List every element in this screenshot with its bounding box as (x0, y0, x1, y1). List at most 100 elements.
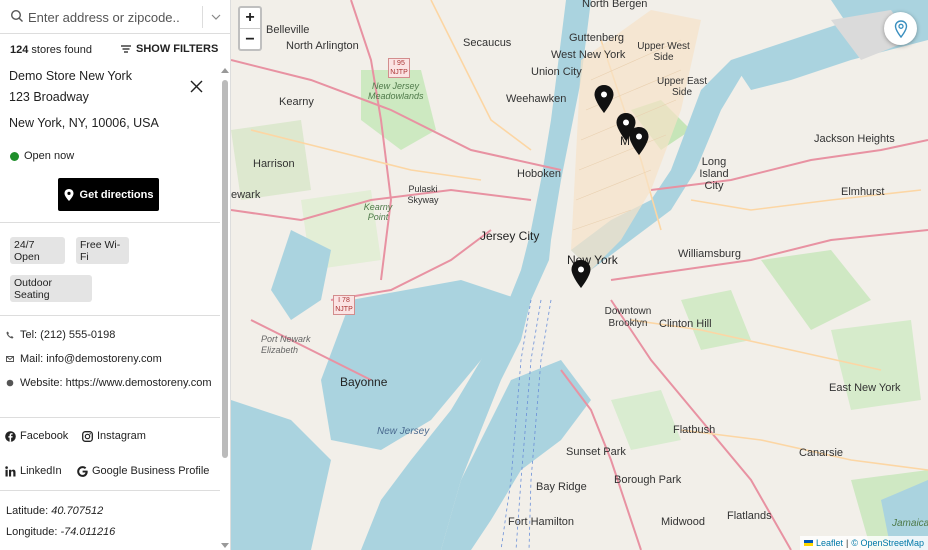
map-label-bay-ridge: Bay Ridge (536, 481, 587, 493)
map-label-pulaski-skyway: Pulaski Skyway (407, 184, 439, 205)
divider (0, 417, 220, 418)
longitude-label: Longitude: (6, 526, 58, 538)
ukraine-flag-icon (803, 540, 813, 546)
tag-24-7-open: 24/7 Open (10, 237, 65, 264)
store-marker[interactable] (594, 85, 614, 113)
chevron-down-icon[interactable] (210, 11, 222, 23)
map-label-upper-west-side: Upper West Side (637, 41, 690, 63)
mail-icon (6, 356, 14, 362)
map[interactable]: North Bergen Belleville North Arlington … (231, 0, 928, 550)
map-pin-icon (64, 188, 74, 201)
map-label-port-newark: Port Newark Elizabeth (261, 334, 311, 355)
map-attribution: Leaflet | © OpenStreetMap (799, 536, 928, 550)
attribution-separator: | (845, 538, 849, 548)
website-text: Website: https://www.demostoreny.com (20, 377, 212, 389)
map-label-hoboken: Hoboken (517, 168, 562, 180)
latitude-value: 40.707512 (51, 505, 104, 517)
zoom-out-button[interactable]: − (240, 29, 260, 50)
map-label-midwood: Midwood (661, 516, 706, 528)
map-label-jamaica: Jamaica (892, 518, 928, 529)
contact-tel[interactable]: Tel: (212) 555-0198 (6, 329, 115, 341)
tag-outdoor-seating: Outdoor Seating (10, 275, 92, 302)
map-label-long-island-city: Long Island City (699, 156, 729, 192)
store-address-line2: New York, NY, 10006, USA (9, 116, 159, 130)
phone-icon (6, 331, 14, 339)
openstreetmap-link[interactable]: © OpenStreetMap (851, 538, 924, 548)
map-label-meadowlands: New Jersey Meadowlands (368, 81, 424, 101)
map-label-belleville: Belleville (266, 24, 310, 36)
latitude-row: Latitude: 40.707512 (6, 505, 103, 517)
longitude-value: -74.011216 (60, 526, 116, 538)
globe-icon (6, 379, 14, 387)
map-label-guttenberg: Guttenberg (569, 32, 625, 44)
contact-mail[interactable]: Mail: info@demostoreny.com (6, 353, 162, 365)
close-icon[interactable] (190, 80, 203, 93)
map-label-kearny: Kearny (279, 96, 314, 108)
selected-store-marker[interactable] (571, 260, 591, 288)
divider (0, 222, 220, 223)
scroll-down-icon[interactable] (221, 543, 229, 548)
store-address-line1: 123 Broadway (9, 90, 89, 104)
instagram-link[interactable]: Instagram (82, 430, 146, 442)
facebook-label: Facebook (20, 430, 69, 442)
store-marker[interactable] (629, 127, 649, 155)
map-label-jersey-city: Jersey City (480, 229, 540, 243)
map-label-north-bergen: North Bergen (582, 0, 648, 10)
map-label-new-jersey: New Jersey (377, 426, 430, 437)
facebook-link[interactable]: Facebook (5, 430, 68, 442)
map-label-elmhurst: Elmhurst (841, 186, 885, 198)
highway-i78-label: I 78 (338, 297, 350, 304)
map-label-union-city: Union City (531, 66, 582, 78)
leaflet-link[interactable]: Leaflet (816, 538, 843, 548)
open-status-label: Open now (24, 150, 75, 162)
scrollbar-thumb[interactable] (222, 80, 228, 458)
zoom-in-button[interactable]: + (240, 8, 260, 29)
map-label-fort-hamilton: Fort Hamilton (508, 516, 575, 528)
map-label-borough-park: Borough Park (614, 474, 682, 486)
map-label-williamsburg: Williamsburg (678, 248, 741, 260)
map-label-west-new-york: West New York (551, 49, 626, 61)
map-label-downtown-brooklyn: Downtown Brooklyn (604, 306, 652, 329)
map-label-newark: ewark (231, 189, 261, 201)
google-business-link[interactable]: Google Business Profile (77, 465, 209, 477)
longitude-row: Longitude: -74.011216 (6, 526, 115, 538)
zoom-control: + − (238, 6, 262, 51)
latitude-label: Latitude: (6, 505, 49, 517)
map-label-north-arlington: North Arlington (286, 40, 359, 52)
google-icon (77, 465, 88, 477)
contact-website[interactable]: Website: https://www.demostoreny.com (6, 377, 212, 389)
map-label-bayonne: Bayonne (340, 375, 388, 389)
map-label-canarsie: Canarsie (799, 447, 844, 459)
search-input[interactable] (28, 6, 196, 28)
tag-free-wifi: Free Wi-Fi (76, 237, 129, 264)
facebook-icon (5, 430, 16, 442)
map-label-upper-east-side: Upper East Side (656, 76, 708, 98)
store-name: Demo Store New York (9, 69, 132, 83)
store-panel: 124 stores found SHOW FILTERS Demo Store… (0, 0, 231, 550)
map-label-flatlands: Flatlands (727, 510, 772, 522)
google-business-label: Google Business Profile (92, 465, 210, 477)
map-label-flatbush: Flatbush (673, 424, 716, 436)
linkedin-link[interactable]: LinkedIn (5, 465, 62, 477)
results-number: 124 (10, 44, 29, 56)
show-filters-button[interactable]: SHOW FILTERS (121, 43, 218, 55)
search-divider (202, 6, 203, 28)
instagram-label: Instagram (97, 430, 146, 442)
filter-icon (121, 45, 131, 53)
status-dot-icon (10, 151, 19, 161)
map-label-weehawken: Weehawken (506, 93, 567, 105)
linkedin-icon (5, 465, 16, 476)
get-directions-button[interactable]: Get directions (58, 178, 159, 211)
highway-i95-label: I 95 (393, 60, 405, 67)
scroll-up-icon[interactable] (221, 68, 229, 73)
show-filters-label: SHOW FILTERS (136, 43, 219, 55)
highway-i95-state: NJTP (390, 69, 408, 76)
map-label-secaucus: Secaucus (463, 37, 512, 49)
highway-shield-i95: I 95 NJTP (388, 58, 410, 78)
map-label-sunset-park: Sunset Park (566, 446, 626, 458)
map-label-jackson-heights: Jackson Heights (814, 133, 895, 145)
locate-me-button[interactable] (884, 12, 917, 45)
panel-scrollbar[interactable] (220, 68, 230, 550)
get-directions-label: Get directions (79, 188, 154, 201)
search-bar (0, 0, 230, 34)
